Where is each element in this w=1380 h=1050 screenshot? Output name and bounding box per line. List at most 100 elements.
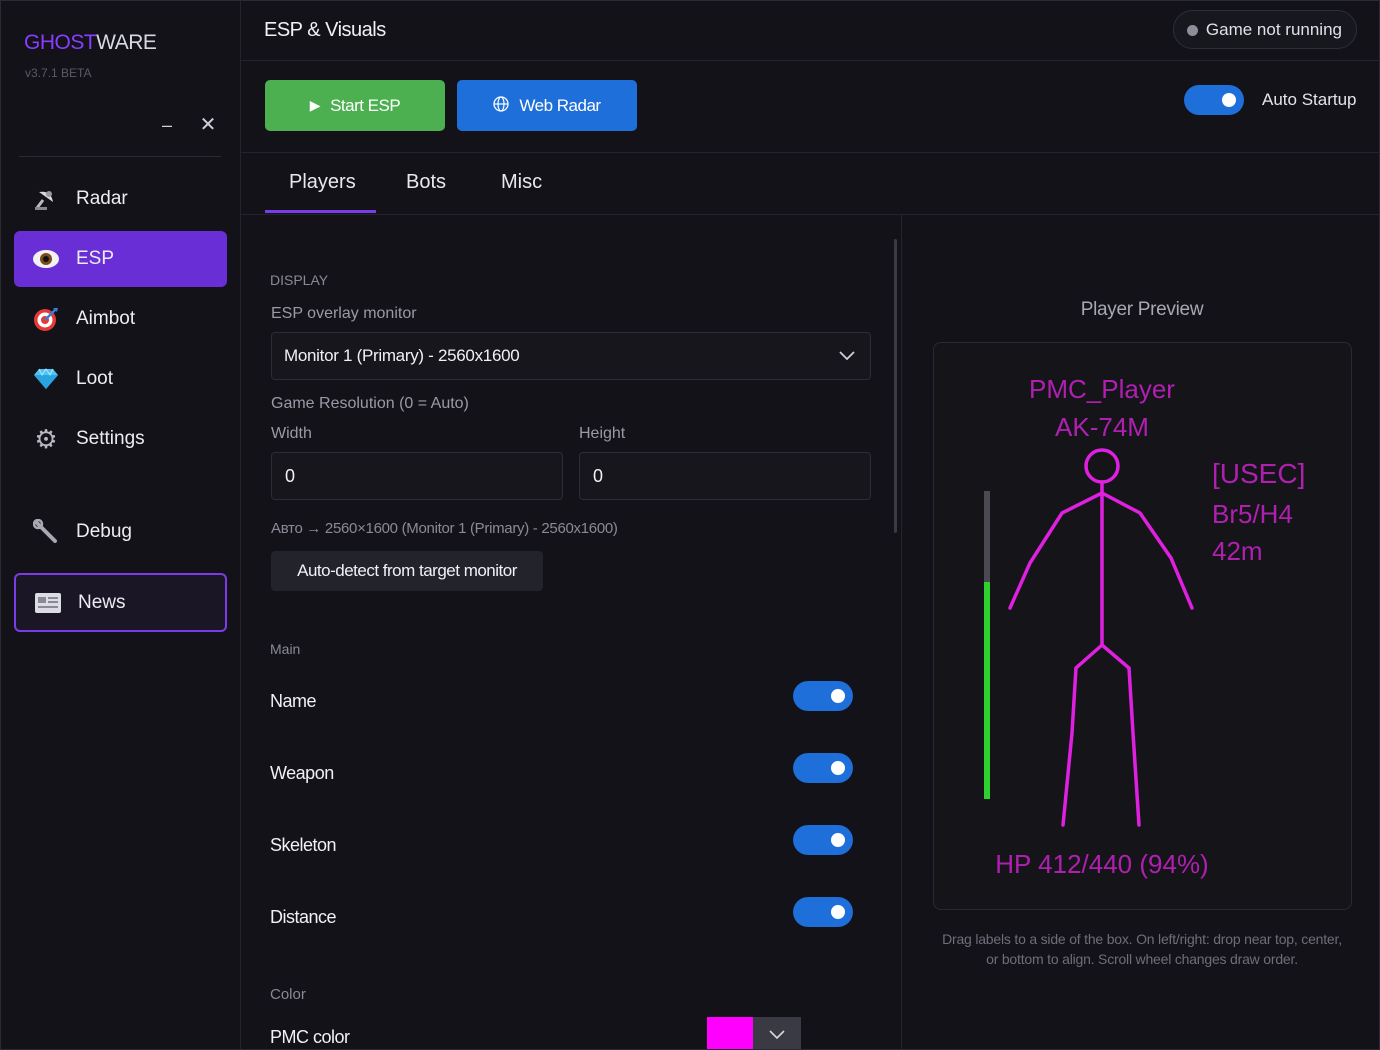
auto-startup-label: Auto Startup: [1262, 90, 1357, 109]
section-display: DISPLAY: [270, 272, 329, 288]
preview-hint: Drag labels to a side of the box. On lef…: [942, 931, 1342, 967]
close-button[interactable]: ✕: [196, 113, 220, 137]
monitor-value: Monitor 1 (Primary) - 2560x1600: [284, 346, 520, 365]
preview-distance-label: 42m: [1212, 536, 1263, 566]
toggle-knob: [831, 689, 845, 703]
sidebar-item-label: ESP: [76, 248, 115, 269]
height-label: Height: [579, 425, 626, 442]
skeleton-head: [1084, 448, 1120, 484]
status-text: Game not running: [1205, 20, 1342, 39]
height-input[interactable]: 0: [579, 452, 871, 500]
play-icon: ▶: [309, 97, 321, 113]
sidebar-item-label: Aimbot: [76, 308, 136, 329]
skeleton-right-leg: [1100, 643, 1141, 827]
eye-icon: [32, 245, 60, 273]
start-esp-button[interactable]: ▶ Start ESP: [265, 80, 445, 131]
preview-name-label: PMC_Player: [1029, 374, 1175, 404]
sidebar-item-aimbot[interactable]: Aimbot: [14, 291, 227, 347]
target-icon: [32, 305, 60, 333]
skeleton-right-arm: [1100, 491, 1194, 610]
auto-startup-toggle[interactable]: [1184, 85, 1244, 115]
tab-misc[interactable]: Misc: [501, 171, 542, 194]
preview-faction-label: [USEC]: [1212, 458, 1305, 489]
section-main: Main: [270, 641, 301, 657]
action-bar: ▶ Start ESP Web Radar Auto Startup: [241, 61, 1379, 153]
player-preview-box[interactable]: PMC_Player AK-74M [USEC] Br5/H4 42m HP 4…: [933, 342, 1352, 910]
skeleton-toggle[interactable]: [793, 825, 853, 855]
distance-label: Distance: [270, 907, 337, 927]
chevron-down-icon: [838, 333, 856, 398]
sidebar-item-label: Radar: [76, 188, 128, 209]
weapon-label: Weapon: [270, 763, 334, 783]
satellite-dish-icon: [32, 185, 60, 213]
width-label: Width: [271, 425, 312, 442]
skeleton-figure: [1008, 448, 1194, 827]
name-toggle[interactable]: [793, 681, 853, 711]
preview-panel: Player Preview PMC_Player AK-74M [USEC] …: [901, 215, 1379, 1049]
weapon-toggle[interactable]: [793, 753, 853, 783]
preview-title: Player Preview: [1080, 299, 1204, 320]
tab-players[interactable]: Players: [289, 171, 356, 194]
version-label: v3.7.1 BETA: [25, 66, 92, 80]
hp-bar-fill: [984, 582, 990, 799]
monitor-label: ESP overlay monitor: [271, 305, 417, 322]
section-color: Color: [270, 986, 306, 1003]
preview-weapon-label: AK-74M: [1055, 412, 1149, 442]
sidebar-item-label: Settings: [76, 428, 145, 449]
gear-icon: ⚙: [34, 423, 58, 454]
newspaper-icon: [34, 589, 62, 617]
sidebar-item-esp[interactable]: ESP: [14, 231, 227, 287]
name-label: Name: [270, 691, 317, 711]
pmc-color-label: PMC color: [270, 1027, 350, 1047]
brand-part1: GHOST: [24, 31, 97, 54]
page-title: ESP & Visuals: [264, 19, 386, 41]
sidebar-item-debug[interactable]: Debug: [14, 504, 227, 560]
monitor-select[interactable]: Monitor 1 (Primary) - 2560x1600: [271, 332, 871, 380]
sidebar-item-radar[interactable]: Radar: [14, 171, 227, 227]
skeleton-left-leg: [1061, 643, 1104, 827]
gem-icon: [32, 365, 60, 393]
game-status-badge: Game not running: [1172, 10, 1357, 49]
hp-bar: [984, 491, 990, 799]
settings-scrollbar[interactable]: [894, 239, 897, 533]
pmc-color-dropdown[interactable]: [753, 1017, 801, 1049]
sidebar-item-loot[interactable]: Loot: [14, 351, 227, 407]
tab-bots[interactable]: Bots: [406, 171, 446, 194]
tab-bar: Players Bots Misc: [241, 153, 1379, 215]
resolution-hint: Авто → 2560×1600 (Monitor 1 (Primary) - …: [271, 520, 618, 537]
toggle-knob: [1222, 93, 1236, 107]
toggle-knob: [831, 761, 845, 775]
player-preview-canvas: PMC_Player AK-74M [USEC] Br5/H4 42m HP 4…: [984, 374, 1305, 879]
sidebar-divider: [19, 156, 221, 157]
toggle-knob: [831, 905, 845, 919]
start-esp-label: Start ESP: [330, 95, 401, 115]
resolution-label: Game Resolution (0 = Auto): [271, 395, 469, 412]
skeleton-left-arm: [1008, 491, 1104, 610]
app-window: GHOSTWARE v3.7.1 BETA – ✕ Radar ESP Aimb…: [0, 0, 1380, 1050]
status-dot-icon: [1186, 25, 1198, 36]
chevron-down-icon: [768, 1030, 786, 1049]
sidebar-item-label: Debug: [76, 521, 132, 542]
globe-icon: [493, 96, 510, 115]
sidebar-item-label: Loot: [76, 368, 113, 389]
sidebar-item-label: News: [78, 591, 126, 613]
wrench-icon: [32, 518, 60, 546]
sidebar: GHOSTWARE v3.7.1 BETA – ✕ Radar ESP Aimb…: [1, 1, 241, 1049]
sidebar-item-settings[interactable]: ⚙ Settings: [14, 411, 227, 467]
top-bar: ESP & Visuals Game not running: [241, 1, 1379, 61]
sidebar-item-news[interactable]: News: [14, 573, 227, 632]
brand-part2: WARE: [96, 31, 157, 54]
auto-detect-button[interactable]: Auto-detect from target monitor: [271, 551, 543, 591]
minimize-button[interactable]: –: [155, 113, 179, 137]
preview-armor-label: Br5/H4: [1212, 499, 1293, 529]
web-radar-label: Web Radar: [519, 95, 601, 115]
preview-hp-label: HP 412/440 (94%): [995, 849, 1208, 879]
active-tab-indicator: [265, 210, 376, 213]
brand-logo: GHOSTWARE: [24, 31, 157, 55]
width-input[interactable]: 0: [271, 452, 563, 500]
distance-toggle[interactable]: [793, 897, 853, 927]
pmc-color-swatch[interactable]: [707, 1017, 753, 1049]
web-radar-button[interactable]: Web Radar: [457, 80, 637, 131]
settings-panel[interactable]: DISPLAY ESP overlay monitor Monitor 1 (P…: [241, 215, 901, 1049]
skeleton-label: Skeleton: [270, 835, 337, 855]
